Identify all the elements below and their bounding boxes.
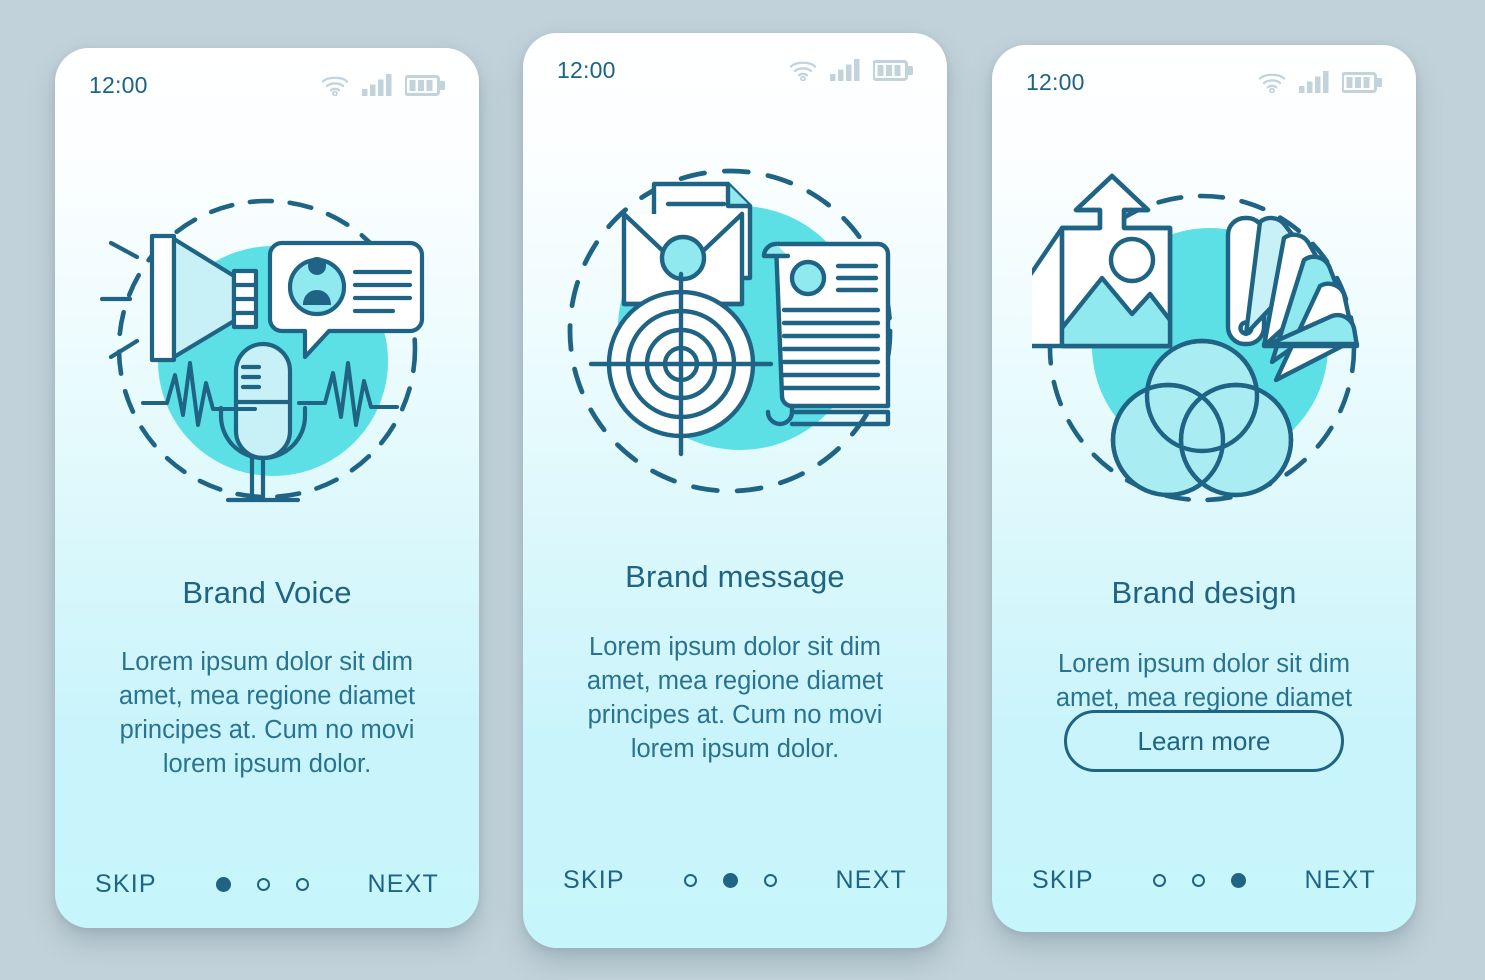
onboarding-footer: SKIP NEXT <box>992 859 1416 901</box>
onboarding-footer: SKIP NEXT <box>55 863 479 905</box>
pagination-dot-2[interactable] <box>256 877 270 891</box>
status-bar: 12:00 <box>992 45 1416 119</box>
pagination-dot-1[interactable] <box>215 876 231 892</box>
status-icons <box>321 74 445 96</box>
brand-voice-illustration <box>55 166 479 526</box>
wifi-icon <box>1258 73 1286 93</box>
brand-design-illustration <box>992 165 1416 515</box>
status-time: 12:00 <box>89 71 148 98</box>
signal-icon <box>830 59 860 81</box>
status-icons <box>1258 71 1382 93</box>
onboarding-footer: SKIP NEXT <box>523 859 947 901</box>
next-button[interactable]: NEXT <box>836 866 907 895</box>
pagination-dots <box>1152 872 1246 888</box>
page-description: Lorem ipsum dolor sit dim amet, mea regi… <box>1055 650 1353 712</box>
battery-icon <box>873 59 913 81</box>
status-bar: 12:00 <box>523 33 947 107</box>
pagination-dots <box>215 876 309 892</box>
status-bar: 12:00 <box>55 48 479 122</box>
brand-message-illustration <box>523 141 947 521</box>
status-time: 12:00 <box>557 56 616 83</box>
learn-more-button[interactable]: Learn more <box>1064 710 1344 772</box>
pagination-dot-3[interactable] <box>763 873 777 887</box>
pagination-dots <box>683 872 777 888</box>
pagination-dot-1[interactable] <box>1152 873 1166 887</box>
skip-button[interactable]: SKIP <box>1032 866 1094 895</box>
wifi-icon <box>321 76 349 96</box>
skip-button[interactable]: SKIP <box>563 866 625 895</box>
status-icons <box>789 59 913 81</box>
pagination-dot-2[interactable] <box>722 872 738 888</box>
status-time: 12:00 <box>1026 68 1085 95</box>
onboarding-screens-board: 12:00 Brand Voice Lorem ipsum dolor sit … <box>0 0 1485 980</box>
page-title: Brand design <box>1111 575 1297 610</box>
phone-screen-brand-voice: 12:00 Brand Voice Lorem ipsum dolor sit … <box>55 48 479 928</box>
pagination-dot-3[interactable] <box>1230 872 1246 888</box>
signal-icon <box>362 74 392 96</box>
phone-screen-brand-design: 12:00 Brand design Lorem ipsum dolor sit… <box>992 45 1416 932</box>
next-button[interactable]: NEXT <box>368 870 439 899</box>
skip-button[interactable]: SKIP <box>95 870 157 899</box>
page-title: Brand Voice <box>182 575 352 610</box>
pagination-dot-1[interactable] <box>683 873 697 887</box>
page-title: Brand message <box>625 559 845 594</box>
battery-icon <box>405 74 445 96</box>
pagination-dot-2[interactable] <box>1191 873 1205 887</box>
phone-screen-brand-message: 12:00 Brand message Lorem ipsum dolor si… <box>523 33 947 948</box>
signal-icon <box>1299 71 1329 93</box>
next-button[interactable]: NEXT <box>1305 866 1376 895</box>
battery-icon <box>1342 71 1382 93</box>
page-description: Lorem ipsum dolor sit dim amet, mea regi… <box>586 633 884 763</box>
wifi-icon <box>789 61 817 81</box>
page-description: Lorem ipsum dolor sit dim amet, mea regi… <box>118 648 416 778</box>
pagination-dot-3[interactable] <box>295 877 309 891</box>
